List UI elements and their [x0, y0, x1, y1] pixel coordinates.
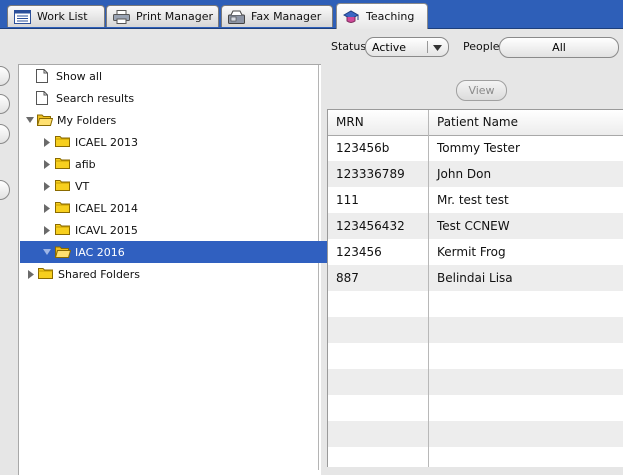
tree-item-label: ICAEL 2014	[75, 201, 139, 215]
tab-work-list[interactable]: Work List	[7, 5, 105, 27]
tree-item-icavl-2015[interactable]: ICAVL 2015	[20, 219, 339, 241]
printer-icon	[113, 9, 130, 24]
teaching-icon	[343, 9, 360, 24]
tree-item-label: ICAEL 2013	[75, 135, 139, 149]
tree-item-label: IAC 2016	[75, 245, 125, 259]
tree-item-label: Shared Folders	[58, 267, 140, 281]
triangle-down-icon[interactable]	[25, 116, 35, 124]
tree-item-label: My Folders	[57, 113, 117, 127]
tab-bar: Work List Print Manager Fax Manager Teac…	[0, 0, 623, 29]
empty-row	[328, 421, 623, 447]
column-divider	[428, 110, 429, 467]
folder-icon	[55, 157, 71, 171]
patient-name-cell: Belindai Lisa	[437, 271, 513, 285]
mrn-cell: 123336789	[336, 167, 405, 181]
table-row[interactable]: 123456432 Test CCNEW	[328, 213, 623, 239]
tree-item-show-all[interactable]: Show all	[20, 65, 333, 87]
tab-fax-manager[interactable]: Fax Manager	[221, 5, 333, 27]
empty-row	[328, 291, 623, 317]
empty-row	[328, 343, 623, 369]
status-select[interactable]: Active	[365, 37, 449, 57]
triangle-right-icon[interactable]	[26, 269, 36, 279]
people-label: People	[463, 40, 500, 53]
triangle-down-icon[interactable]	[42, 248, 52, 256]
tab-label: Fax Manager	[251, 10, 322, 23]
tree-item-iac-2016[interactable]: IAC 2016	[20, 241, 339, 263]
tab-teaching[interactable]: Teaching	[336, 3, 428, 29]
tree-item-vt[interactable]: VT	[20, 175, 339, 197]
table-row[interactable]: 887 Belindai Lisa	[328, 265, 623, 291]
page-icon	[36, 91, 52, 105]
tree-item-label: Search results	[56, 91, 135, 105]
patient-name-cell: Mr. test test	[437, 193, 509, 207]
tab-label: Teaching	[366, 10, 415, 23]
folder-icon	[55, 223, 71, 237]
tree-item-my-folders[interactable]: My Folders	[20, 109, 322, 131]
folder-icon	[55, 201, 71, 215]
tab-label: Print Manager	[136, 10, 214, 23]
patient-name-cell: Kermit Frog	[437, 245, 506, 259]
mrn-cell: 111	[336, 193, 359, 207]
empty-row	[328, 317, 623, 343]
folder-icon	[38, 267, 54, 281]
status-value: Active	[372, 41, 407, 54]
patient-name-cell: John Don	[437, 167, 492, 181]
tree-item-icael-2013[interactable]: ICAEL 2013	[20, 131, 339, 153]
column-header-mrn[interactable]: MRN	[328, 110, 428, 135]
table-row[interactable]: 111 Mr. test test	[328, 187, 623, 213]
triangle-right-icon[interactable]	[42, 137, 52, 147]
patient-name-cell: Test CCNEW	[437, 219, 510, 233]
tab-label: Work List	[37, 10, 88, 23]
tree-item-label: VT	[75, 179, 90, 193]
tree-item-shared-folders[interactable]: Shared Folders	[20, 263, 323, 285]
tree-item-label: Show all	[56, 69, 103, 83]
patient-name-cell: Tommy Tester	[437, 141, 520, 155]
table-row[interactable]: 123336789 John Don	[328, 161, 623, 187]
table-header: MRN Patient Name	[328, 110, 623, 136]
folder-icon	[55, 179, 71, 193]
column-header-patient-name[interactable]: Patient Name	[429, 110, 623, 135]
mrn-cell: 123456	[336, 245, 382, 259]
folder-open-icon	[55, 245, 71, 259]
empty-row	[328, 395, 623, 421]
empty-row	[328, 447, 623, 467]
triangle-right-icon[interactable]	[42, 225, 52, 235]
folder-icon	[55, 135, 71, 149]
tree-item-search-results[interactable]: Search results	[20, 87, 333, 109]
table-row[interactable]: 123456 Kermit Frog	[328, 239, 623, 265]
tree-item-label: ICAVL 2015	[75, 223, 138, 237]
tree-item-label: afib	[75, 157, 96, 171]
tree-item-icael-2014[interactable]: ICAEL 2014	[20, 197, 339, 219]
patient-table: MRN Patient Name 123456b Tommy Tester 12…	[327, 109, 623, 467]
folder-tree: Show all Search results My Folders ICAEL…	[20, 65, 339, 470]
mrn-cell: 123456b	[336, 141, 390, 155]
table-row[interactable]: 123456b Tommy Tester	[328, 135, 623, 161]
fax-icon	[228, 10, 245, 24]
tab-print-manager[interactable]: Print Manager	[106, 5, 219, 27]
empty-row	[328, 369, 623, 395]
side-button-2[interactable]	[0, 94, 10, 114]
list-icon	[14, 9, 31, 24]
select-divider	[427, 41, 428, 53]
side-button-4[interactable]	[0, 180, 10, 200]
chevron-down-icon	[433, 42, 442, 55]
tree-item-afib[interactable]: afib	[20, 153, 339, 175]
triangle-right-icon[interactable]	[42, 159, 52, 169]
side-button-3[interactable]	[0, 124, 10, 144]
triangle-right-icon[interactable]	[42, 181, 52, 191]
folder-open-icon	[37, 113, 53, 127]
triangle-right-icon[interactable]	[42, 203, 52, 213]
mrn-cell: 887	[336, 271, 359, 285]
side-button-1[interactable]	[0, 66, 10, 86]
page-icon	[36, 69, 52, 83]
people-button[interactable]: All	[499, 37, 619, 58]
mrn-cell: 123456432	[336, 219, 405, 233]
status-label: Status	[331, 40, 367, 53]
view-button[interactable]: View	[456, 80, 507, 101]
